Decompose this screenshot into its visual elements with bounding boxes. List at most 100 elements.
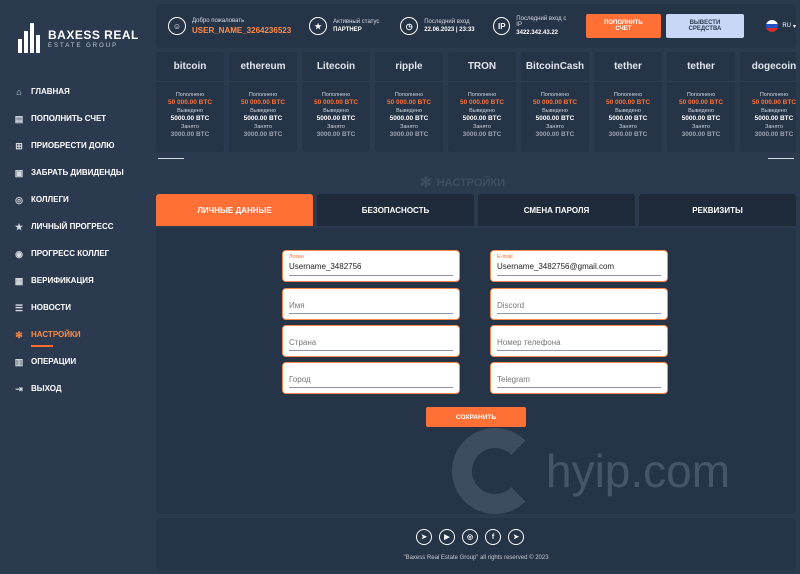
withdrawn-label: Выведено [761, 108, 787, 114]
sidebar-item-5[interactable]: ★ ЛИЧНЫЙ ПРОГРЕСС [14, 213, 144, 240]
chevron-down-icon: ▾ [792, 23, 796, 30]
sidebar-item-3[interactable]: ▣ ЗАБРАТЬ ДИВИДЕНДЫ [14, 159, 144, 186]
crypto-card: bitcoin Пополнено 50 000.00 BTC Выведено 500… [156, 52, 224, 152]
instagram-icon[interactable]: ◎ [462, 529, 478, 545]
section-title: ✻ НАСТРОЙКИ [420, 174, 505, 191]
withdrawn-value: 5000.00 BTC [535, 115, 575, 122]
busy-label: Занято [400, 124, 418, 130]
sidebar-item-0[interactable]: ⌂ ГЛАВНАЯ [14, 78, 144, 105]
sidebar-item-label: ВЫХОД [31, 384, 62, 393]
tab-security[interactable]: БЕЗОПАСНОСТЬ [317, 194, 474, 226]
language-selector[interactable]: RU ▾ [766, 20, 796, 32]
busy-value: 3000.00 BTC [389, 131, 429, 138]
settings-tabs: ЛИЧНЫЕ ДАННЫЕ БЕЗОПАСНОСТЬ СМЕНА ПАРОЛЯ … [156, 194, 796, 226]
footer: ➤ ▶ ◎ f ➤ "Baxess Real Estate Group" all rig… [156, 518, 796, 570]
tab-personal-data[interactable]: ЛИЧНЫЕ ДАННЫЕ [156, 194, 313, 226]
crypto-card: ethereum Пополнено 50 000.00 BTC Выведено 50… [229, 52, 297, 152]
brand-subtitle: ESTATE GROUP [48, 42, 119, 49]
tether-icon: tether [667, 52, 735, 82]
deposited-value: 50 000.00 BTC [386, 99, 432, 106]
last-ip-label: Последний вход с IP [516, 16, 567, 28]
withdrawn-label: Выведено [323, 108, 349, 114]
name-field[interactable]: Имя [282, 288, 460, 320]
withdrawn-label: Выведено [615, 108, 641, 114]
deposited-value: 50 000.00 BTC [532, 99, 578, 106]
login-field[interactable]: Логин Username_3482756 [282, 250, 460, 282]
sidebar-item-2[interactable]: ⊞ ПРИОБРЕСТИ ДОЛЮ [14, 132, 144, 159]
busy-value: 3000.00 BTC [243, 131, 283, 138]
sidebar-item-10[interactable]: ▥ ОПЕРАЦИИ [14, 348, 144, 375]
sidebar: BAXESS REAL ESTATE GROUP ⌂ ГЛАВНАЯ ▤ ПОПОЛН… [0, 0, 152, 574]
sidebar-item-1[interactable]: ▤ ПОПОЛНИТЬ СЧЕТ [14, 105, 144, 132]
crypto-card: ripple Пополнено 50 000.00 BTC Выведено 5000… [375, 52, 443, 152]
logout-icon: ⇥ [15, 383, 23, 394]
email-label: E-mail [497, 254, 513, 260]
crypto-card: TRON Пополнено 50 000.00 BTC Выведено 5000.0… [448, 52, 516, 152]
withdrawn-value: 5000.00 BTC [243, 115, 283, 122]
country-field[interactable]: Страна [282, 325, 460, 357]
email-field[interactable]: E-mail Username_3482756@gmail.com [490, 250, 668, 282]
clock-icon: ◷ [400, 17, 419, 35]
deposit-button[interactable]: ПОПОЛНИТЬ СЧЕТ [586, 14, 661, 38]
deposited-label: Пополнено [467, 92, 497, 98]
deposited-label: Пополнено [613, 92, 643, 98]
brand-title: BAXESS REAL [48, 27, 139, 42]
withdraw-button[interactable]: ВЫВЕСТИ СРЕДСТВА [665, 14, 745, 38]
save-button[interactable]: СОХРАНИТЬ [426, 407, 526, 427]
star-icon: ★ [14, 221, 24, 232]
ip-icon: IP [493, 17, 511, 35]
sidebar-item-11[interactable]: ⇥ ВЫХОД [14, 375, 144, 402]
crypto-card: BitcoinCash Пополнено 50 000.00 BTC Выведен… [521, 52, 589, 152]
telegram-icon[interactable]: ➤ [508, 529, 524, 545]
sidebar-item-4[interactable]: ◎ КОЛЛЕГИ [14, 186, 144, 213]
operations-icon: ▥ [14, 356, 24, 367]
gear-icon: ✻ [15, 329, 23, 340]
busy-label: Занято [254, 124, 272, 130]
busy-label: Занято [181, 124, 199, 130]
sidebar-item-8[interactable]: ☰ НОВОСТИ [14, 294, 144, 321]
sidebar-item-label: ПОПОЛНИТЬ СЧЕТ [31, 114, 107, 123]
watermark: hyip.com [452, 428, 730, 514]
busy-value: 3000.00 BTC [754, 131, 794, 138]
city-field[interactable]: Город [282, 362, 460, 394]
slider-prev-icon[interactable] [158, 158, 184, 159]
sidebar-nav: ⌂ ГЛАВНАЯ ▤ ПОПОЛНИТЬ СЧЕТ ⊞ ПРИОБРЕСТИ ДОЛЮ ▣… [14, 78, 144, 402]
language-label: RU [782, 23, 791, 29]
social-links: ➤ ▶ ◎ f ➤ [416, 529, 524, 545]
deposited-label: Пополнено [175, 92, 205, 98]
bitcoin-icon: bitcoin [156, 52, 224, 82]
withdrawn-value: 5000.00 BTC [316, 115, 356, 122]
slider-next-icon[interactable] [768, 158, 794, 159]
tron-icon: TRON [448, 52, 516, 82]
withdrawn-label: Выведено [542, 108, 568, 114]
telegram-field[interactable]: Telegram [490, 362, 668, 394]
tab-requisites[interactable]: РЕКВИЗИТЫ [639, 194, 796, 226]
telegram-icon[interactable]: ➤ [416, 529, 432, 545]
youtube-icon[interactable]: ▶ [439, 529, 455, 545]
username: USER_NAME_3264236523 [192, 25, 292, 35]
logo-icon [18, 23, 42, 53]
dogecoin-icon: dogecoin [740, 52, 796, 82]
discord-field[interactable]: Discord [490, 288, 668, 320]
busy-label: Занято [546, 124, 564, 130]
crypto-card: Litecoin Пополнено 50 000.00 BTC Выведено 50… [302, 52, 370, 152]
list-icon: ☰ [14, 302, 24, 313]
withdrawn-value: 5000.00 BTC [608, 115, 648, 122]
welcome-label: Добро пожаловать [192, 17, 245, 24]
phone-field[interactable]: Номер телефона [490, 325, 668, 357]
sidebar-item-9[interactable]: ✻ НАСТРОЙКИ [14, 321, 144, 348]
home-icon: ⌂ [16, 86, 22, 97]
facebook-icon[interactable]: f [485, 529, 501, 545]
sidebar-item-label: НАСТРОЙКИ [31, 330, 81, 339]
busy-label: Занято [327, 124, 345, 130]
logo[interactable]: BAXESS REAL ESTATE GROUP [18, 22, 143, 54]
id-card-icon: ▦ [14, 275, 24, 286]
sidebar-item-label: ЗАБРАТЬ ДИВИДЕНДЫ [31, 168, 124, 177]
sidebar-item-6[interactable]: ◉ ПРОГРЕСС КОЛЛЕГ [14, 240, 144, 267]
sidebar-item-7[interactable]: ▦ ВЕРИФИКАЦИЯ [14, 267, 144, 294]
deposited-label: Пополнено [248, 92, 278, 98]
telegram-placeholder: Telegram [497, 375, 530, 384]
deposit-icon: ▤ [14, 113, 24, 124]
sidebar-item-label: ВЕРИФИКАЦИЯ [31, 276, 94, 285]
tab-change-password[interactable]: СМЕНА ПАРОЛЯ [478, 194, 635, 226]
